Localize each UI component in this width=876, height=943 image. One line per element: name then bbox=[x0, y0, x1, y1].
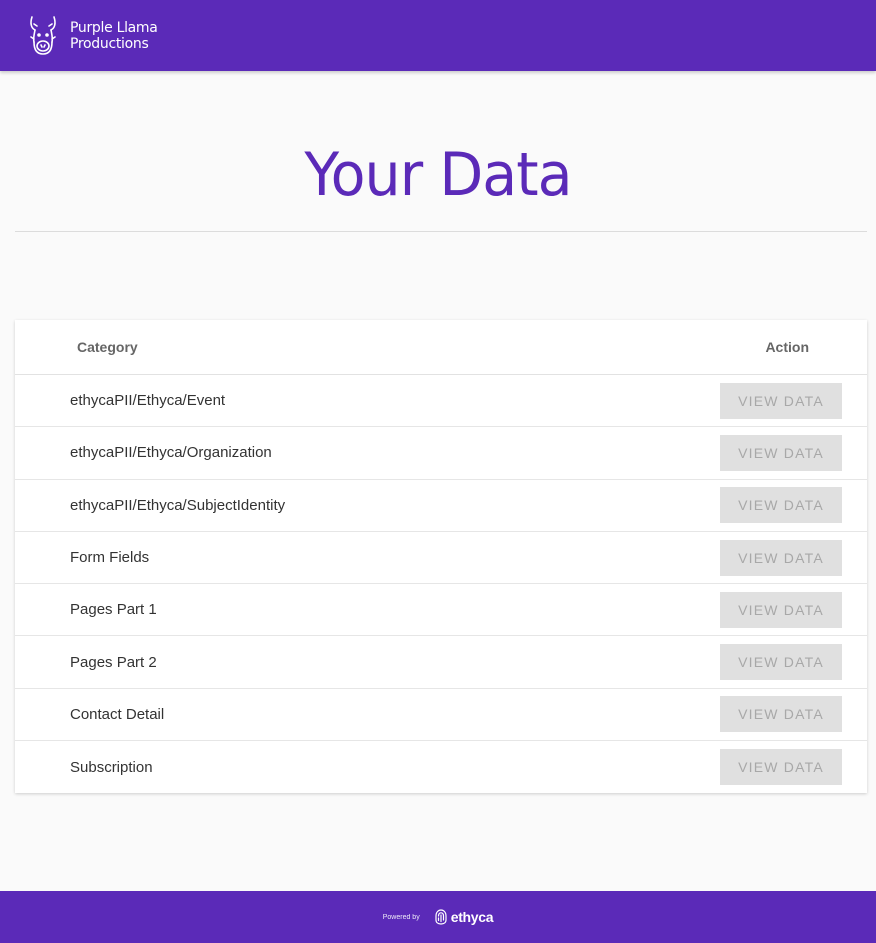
ethyca-fingerprint-icon[interactable] bbox=[434, 908, 451, 926]
table-row: Contact Detail VIEW DATA bbox=[15, 689, 867, 742]
category-cell: Form Fields bbox=[70, 549, 150, 567]
table-row: ethycaPII/Ethyca/Event VIEW DATA bbox=[15, 375, 867, 428]
footer: Powered by ethyca bbox=[0, 891, 876, 943]
brand-line-2: Productions bbox=[70, 35, 149, 52]
table-row: Pages Part 2 VIEW DATA bbox=[15, 636, 867, 689]
table-row: Pages Part 1 VIEW DATA bbox=[15, 584, 867, 637]
table-header: Category Action bbox=[15, 320, 867, 375]
view-data-button[interactable]: VIEW DATA bbox=[720, 539, 842, 576]
llama-icon[interactable] bbox=[28, 15, 58, 57]
table-row: ethycaPII/Ethyca/SubjectIdentity VIEW DA… bbox=[15, 480, 867, 532]
brand-name[interactable]: Purple Llama Productions bbox=[70, 20, 158, 52]
column-header-action: Action bbox=[765, 339, 809, 355]
table-row: Subscription VIEW DATA bbox=[15, 741, 867, 793]
title-divider bbox=[15, 231, 867, 232]
view-data-button[interactable]: VIEW DATA bbox=[720, 749, 842, 786]
ethyca-logo-text[interactable]: ethyca bbox=[451, 909, 494, 925]
data-table: Category Action ethycaPII/Ethyca/Event V… bbox=[15, 320, 867, 794]
category-cell: ethycaPII/Ethyca/Organization bbox=[70, 444, 272, 462]
column-header-category: Category bbox=[77, 339, 138, 355]
table-row: Form Fields VIEW DATA bbox=[15, 532, 867, 585]
category-cell: Pages Part 1 bbox=[70, 601, 157, 619]
category-cell: Pages Part 2 bbox=[70, 653, 157, 671]
powered-by-label: Powered by bbox=[382, 913, 420, 921]
view-data-button[interactable]: VIEW DATA bbox=[720, 696, 842, 733]
category-cell: Contact Detail bbox=[70, 705, 165, 723]
view-data-button[interactable]: VIEW DATA bbox=[720, 591, 842, 628]
top-bar: Purple Llama Productions bbox=[0, 0, 876, 71]
category-cell: Subscription bbox=[70, 758, 153, 776]
category-cell: ethycaPII/Ethyca/Event bbox=[70, 392, 226, 410]
view-data-button[interactable]: VIEW DATA bbox=[720, 382, 842, 419]
table-row: ethycaPII/Ethyca/Organization VIEW DATA bbox=[15, 427, 867, 480]
view-data-button[interactable]: VIEW DATA bbox=[720, 644, 842, 681]
brand-line-1: Purple Llama bbox=[70, 19, 158, 36]
view-data-button[interactable]: VIEW DATA bbox=[720, 487, 842, 524]
category-cell: ethycaPII/Ethyca/SubjectIdentity bbox=[70, 496, 286, 514]
view-data-button[interactable]: VIEW DATA bbox=[720, 434, 842, 471]
page-title: Your Data bbox=[304, 140, 572, 210]
